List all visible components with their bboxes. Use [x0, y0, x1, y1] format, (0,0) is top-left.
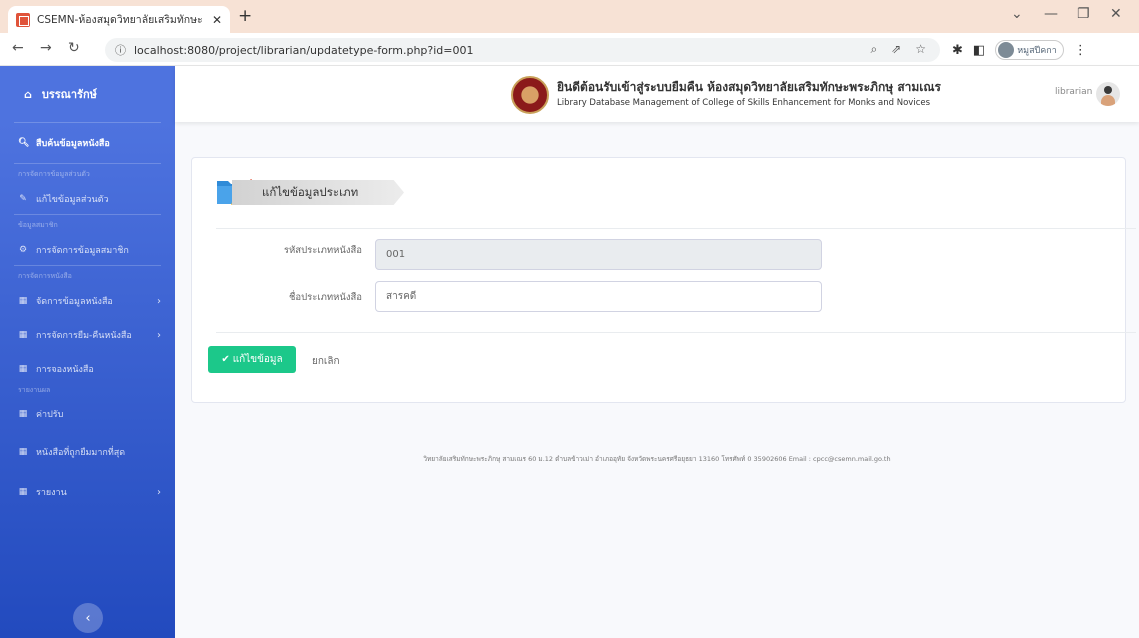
- site-title-thai: ยินดีต้อนรับเข้าสู่ระบบยืมคืน ห้องสมุดวิ…: [557, 80, 941, 94]
- zoom-icon[interactable]: ⌕: [870, 42, 877, 57]
- sidebar-item-borrow-return[interactable]: ▦ การจัดการยืม-คืนหนังสือ ›: [0, 316, 175, 354]
- profile-avatar: [998, 42, 1015, 58]
- sidebar-item-popular-books[interactable]: ▦ หนังสือที่ถูกยืมมากที่สุด: [0, 432, 175, 472]
- college-logo: [511, 76, 549, 114]
- sidebar-item-reports[interactable]: ▦ รายงาน ›: [0, 472, 175, 512]
- sidebar-item-fines[interactable]: ▦ ค่าปรับ: [0, 396, 175, 432]
- address-bar[interactable]: ⓘ localhost:8080/project/librarian/updat…: [105, 38, 940, 62]
- tab-title: CSEMN-ห้องสมุดวิทยาลัยเสริมทักษะ: [37, 14, 203, 26]
- close-tab-icon[interactable]: ✕: [212, 13, 222, 27]
- sidebar-heading-members: ข้อมูลสมาชิก: [18, 221, 58, 229]
- main-content: ยินดีต้อนรับเข้าสู่ระบบยืมคืน ห้องสมุดวิ…: [175, 66, 1139, 638]
- maximize-icon[interactable]: ❐: [1077, 6, 1090, 22]
- home-icon: ⌂: [24, 87, 32, 101]
- book-type-code-label: รหัสประเภทหนังสือ: [283, 245, 362, 256]
- sidebar-item-edit-profile[interactable]: ✎ แก้ไขข้อมูลส่วนตัว: [0, 184, 175, 214]
- book-type-name-field[interactable]: [375, 281, 822, 312]
- chevron-right-icon: ›: [157, 295, 161, 307]
- gear-icon: ⚙: [18, 245, 28, 255]
- cancel-button[interactable]: ยกเลิก: [312, 354, 340, 369]
- site-title-english: Library Database Management of College o…: [557, 98, 931, 108]
- table-icon: ▦: [18, 409, 28, 419]
- url-text: localhost:8080/project/librarian/updatet…: [134, 43, 474, 57]
- bookmark-star-icon[interactable]: ☆: [915, 42, 926, 57]
- user-avatar[interactable]: [1096, 82, 1120, 106]
- brand-label: บรรณารักษ์: [41, 88, 97, 101]
- sidebar-brand[interactable]: ⌂ บรรณารักษ์: [0, 66, 175, 122]
- form-header: แก้ไขข้อมูลประเภท: [232, 180, 404, 205]
- share-icon[interactable]: ⇗: [891, 42, 901, 57]
- table-icon: ▦: [18, 364, 28, 374]
- reload-icon[interactable]: ↻: [68, 40, 80, 56]
- search-icon: 🔍︎: [18, 138, 30, 148]
- sidebar-item-reserve[interactable]: ▦ การจองหนังสือ: [0, 354, 175, 384]
- back-icon[interactable]: ←: [12, 40, 24, 56]
- chevron-right-icon: ›: [157, 329, 161, 341]
- chevron-left-icon: ‹: [85, 610, 91, 626]
- sidebar: ⌂ บรรณารักษ์ 🔍︎ สืบค้นข้อมูลหนังสือ การจ…: [0, 66, 175, 638]
- browser-titlebar: CSEMN-ห้องสมุดวิทยาลัยเสริมทักษะ ✕ + ⌄ —…: [0, 0, 1139, 33]
- info-icon[interactable]: ⓘ: [115, 42, 126, 58]
- footer-address: วิทยาลัยเสริมทักษะพระภิกษุ สามเณร 60 ม.1…: [423, 455, 891, 463]
- table-icon: ▦: [18, 296, 28, 306]
- site-favicon-icon: [16, 12, 30, 27]
- window-close-icon[interactable]: ✕: [1110, 6, 1122, 22]
- side-panel-icon[interactable]: ◧: [973, 43, 985, 58]
- sidebar-item-search[interactable]: 🔍︎ สืบค้นข้อมูลหนังสือ: [0, 123, 175, 163]
- profile-button[interactable]: หมูสปีคกา: [995, 40, 1064, 60]
- sidebar-heading-reports: รายงานผล: [18, 386, 51, 394]
- chevron-right-icon: ›: [157, 486, 161, 498]
- browser-toolbar: ← → ↻ ⓘ localhost:8080/project/librarian…: [0, 33, 1139, 66]
- table-icon: ▦: [18, 447, 28, 457]
- username[interactable]: librarian: [1055, 87, 1092, 97]
- extensions-icon[interactable]: ✱: [952, 43, 963, 58]
- check-icon: ✔: [221, 354, 230, 365]
- topbar: ยินดีต้อนรับเข้าสู่ระบบยืมคืน ห้องสมุดวิ…: [175, 66, 1139, 122]
- minimize-icon[interactable]: —: [1044, 6, 1058, 22]
- sidebar-item-manage-books[interactable]: ▦ จัดการข้อมูลหนังสือ ›: [0, 286, 175, 316]
- profile-name: หมูสปีคกา: [1017, 46, 1057, 56]
- forward-icon[interactable]: →: [40, 40, 52, 56]
- table-icon: ▦: [18, 487, 28, 497]
- edit-icon: ✎: [19, 194, 27, 204]
- sidebar-item-manage-members[interactable]: ⚙ การจัดการข้อมูลสมาชิก: [0, 235, 175, 265]
- sidebar-heading-personal: การจัดการข้อมูลส่วนตัว: [18, 170, 90, 178]
- book-type-name-label: ชื่อประเภทหนังสือ: [288, 292, 362, 303]
- browser-tab[interactable]: CSEMN-ห้องสมุดวิทยาลัยเสริมทักษะ ✕: [8, 6, 230, 33]
- browser-menu-icon[interactable]: ⋮: [1074, 43, 1087, 58]
- book-type-code-field[interactable]: [375, 239, 822, 270]
- new-tab-button[interactable]: +: [238, 6, 252, 26]
- sidebar-heading-books: การจัดการหนังสือ: [18, 272, 72, 280]
- save-button[interactable]: ✔ แก้ไขข้อมูล: [208, 346, 296, 373]
- edit-type-card: แก้ไขข้อมูลประเภท รหัสประเภทหนังสือ ชื่อ…: [191, 157, 1136, 403]
- table-icon: ▦: [18, 330, 28, 340]
- tab-search-icon[interactable]: ⌄: [1011, 6, 1023, 22]
- sidebar-toggle-button[interactable]: ‹: [73, 603, 103, 633]
